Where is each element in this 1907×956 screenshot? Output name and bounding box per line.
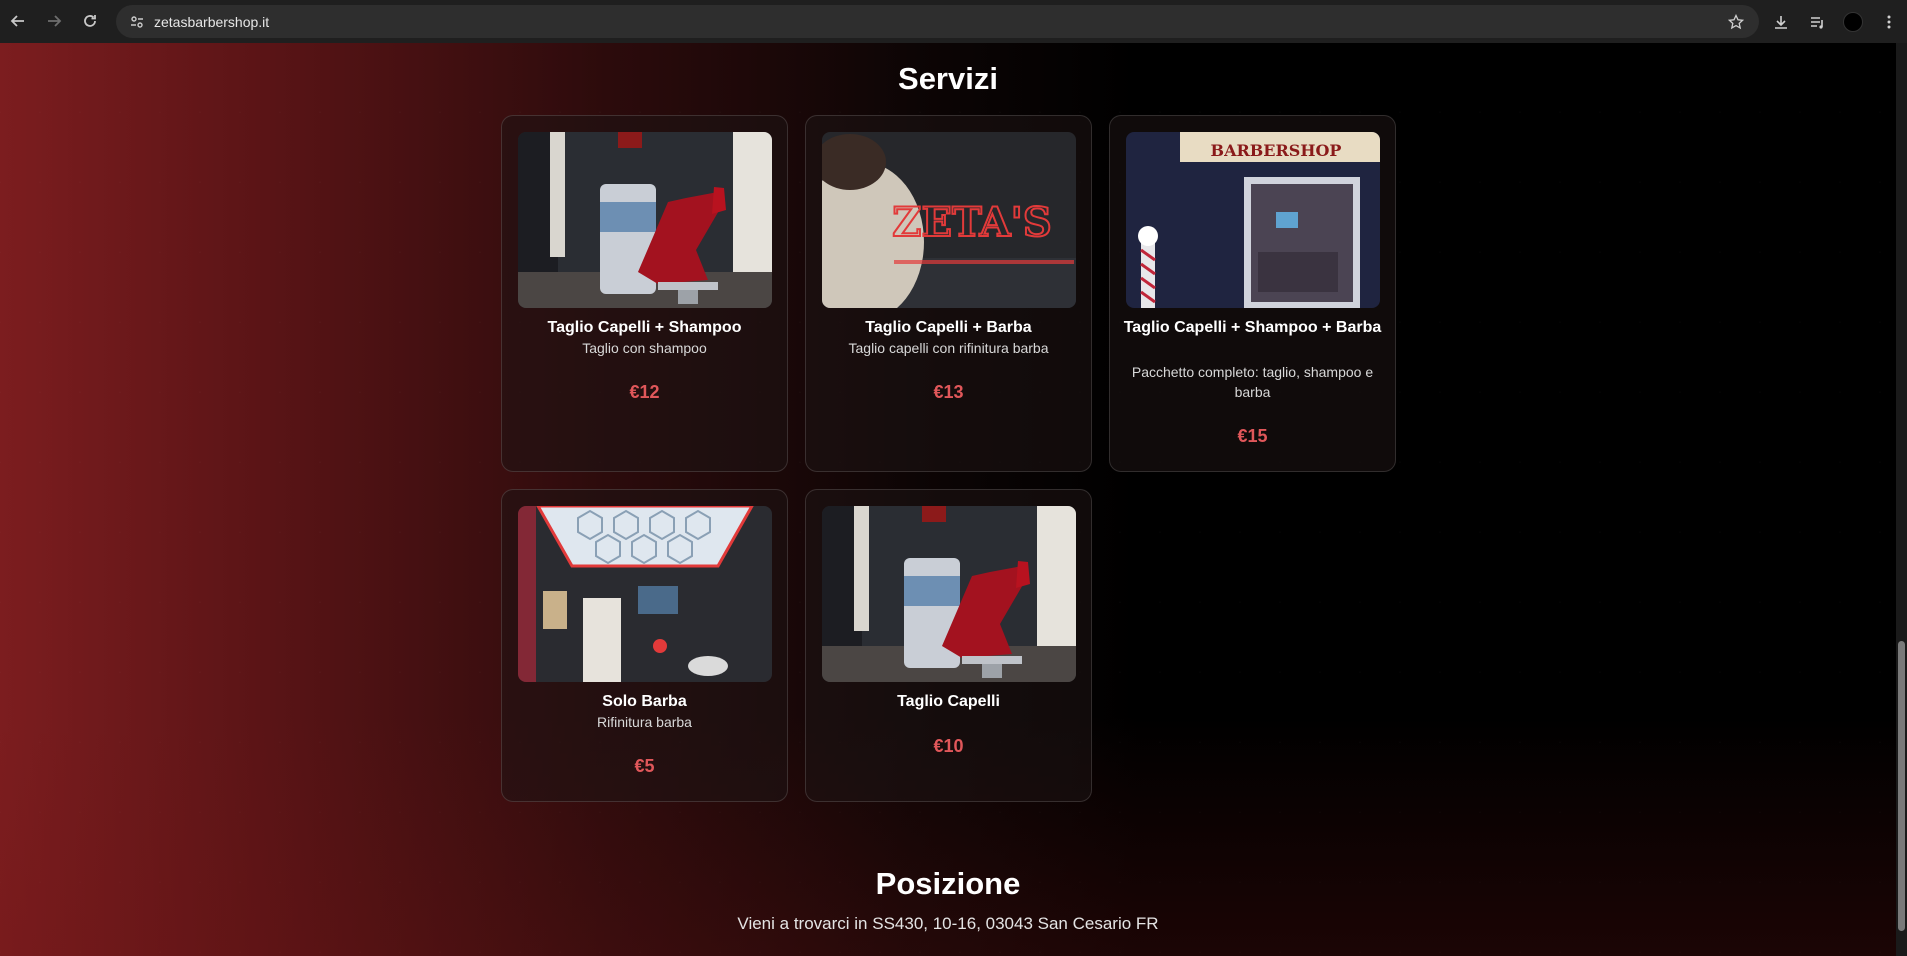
shop-sign-text: BARBERSHOP: [1211, 141, 1342, 160]
page-content: Servizi Taglio Capelli + Shampoo Taglio …: [0, 43, 1896, 956]
back-icon[interactable]: [0, 3, 36, 39]
service-price: €5: [634, 756, 655, 776]
service-name: Taglio Capelli + Barba: [865, 319, 1032, 336]
service-description: Rifinitura barba: [597, 714, 692, 730]
media-controls-icon[interactable]: [1799, 4, 1835, 40]
shop-sign-photo: BARBERSHOP: [1126, 132, 1380, 308]
menu-kebab-icon[interactable]: [1871, 4, 1907, 40]
address-bar[interactable]: zetasbarbershop.it: [116, 5, 1759, 38]
service-name: Taglio Capelli: [897, 693, 1000, 710]
services-heading: Servizi: [898, 61, 998, 96]
profile-avatar[interactable]: [1835, 4, 1871, 40]
service-card[interactable]: Taglio Capelli + Shampoo Taglio con sham…: [501, 115, 788, 472]
bookmark-star-icon[interactable]: [1725, 11, 1747, 33]
url-text[interactable]: zetasbarbershop.it: [154, 14, 269, 30]
service-card[interactable]: ZETA'S Taglio Capelli + Barba Taglio cap…: [805, 115, 1092, 472]
service-description: Taglio capelli con rifinitura barba: [848, 340, 1049, 356]
service-card[interactable]: BARBERSHOP Taglio Capelli + Shampoo + Ba…: [1109, 115, 1396, 472]
service-price: €15: [1237, 426, 1268, 446]
page-scrollbar[interactable]: [1896, 43, 1907, 956]
service-card[interactable]: Taglio Capelli €10: [805, 489, 1092, 802]
neon-sign-text: ZETA'S: [892, 199, 1051, 246]
position-heading: Posizione: [875, 866, 1021, 901]
service-name: Taglio Capelli + Shampoo: [547, 319, 742, 336]
scroll-thumb[interactable]: [1898, 641, 1905, 931]
service-price: €13: [933, 382, 964, 402]
forward-icon[interactable]: [36, 3, 72, 39]
barber-chair-photo: [822, 506, 1076, 682]
site-settings-icon[interactable]: [120, 5, 154, 38]
service-price: €12: [629, 382, 660, 402]
service-description: Pacchetto completo: taglio, shampoo e ba…: [1131, 364, 1374, 400]
browser-toolbar: zetasbarbershop.it: [0, 0, 1907, 43]
service-card[interactable]: Solo Barba Rifinitura barba €5: [501, 489, 788, 802]
service-name: Taglio Capelli + Shampoo + Barba: [1123, 319, 1382, 336]
service-name: Solo Barba: [602, 693, 687, 710]
barber-chair-photo: [518, 132, 772, 308]
reload-icon[interactable]: [72, 3, 108, 39]
download-icon[interactable]: [1763, 4, 1799, 40]
neon-sign-photo: ZETA'S: [822, 132, 1076, 308]
hex-ceiling-photo: [518, 506, 772, 682]
service-description: Taglio con shampoo: [582, 340, 707, 356]
address-text: Vieni a trovarci in SS430, 10-16, 03043 …: [737, 914, 1159, 933]
service-price: €10: [933, 736, 964, 756]
